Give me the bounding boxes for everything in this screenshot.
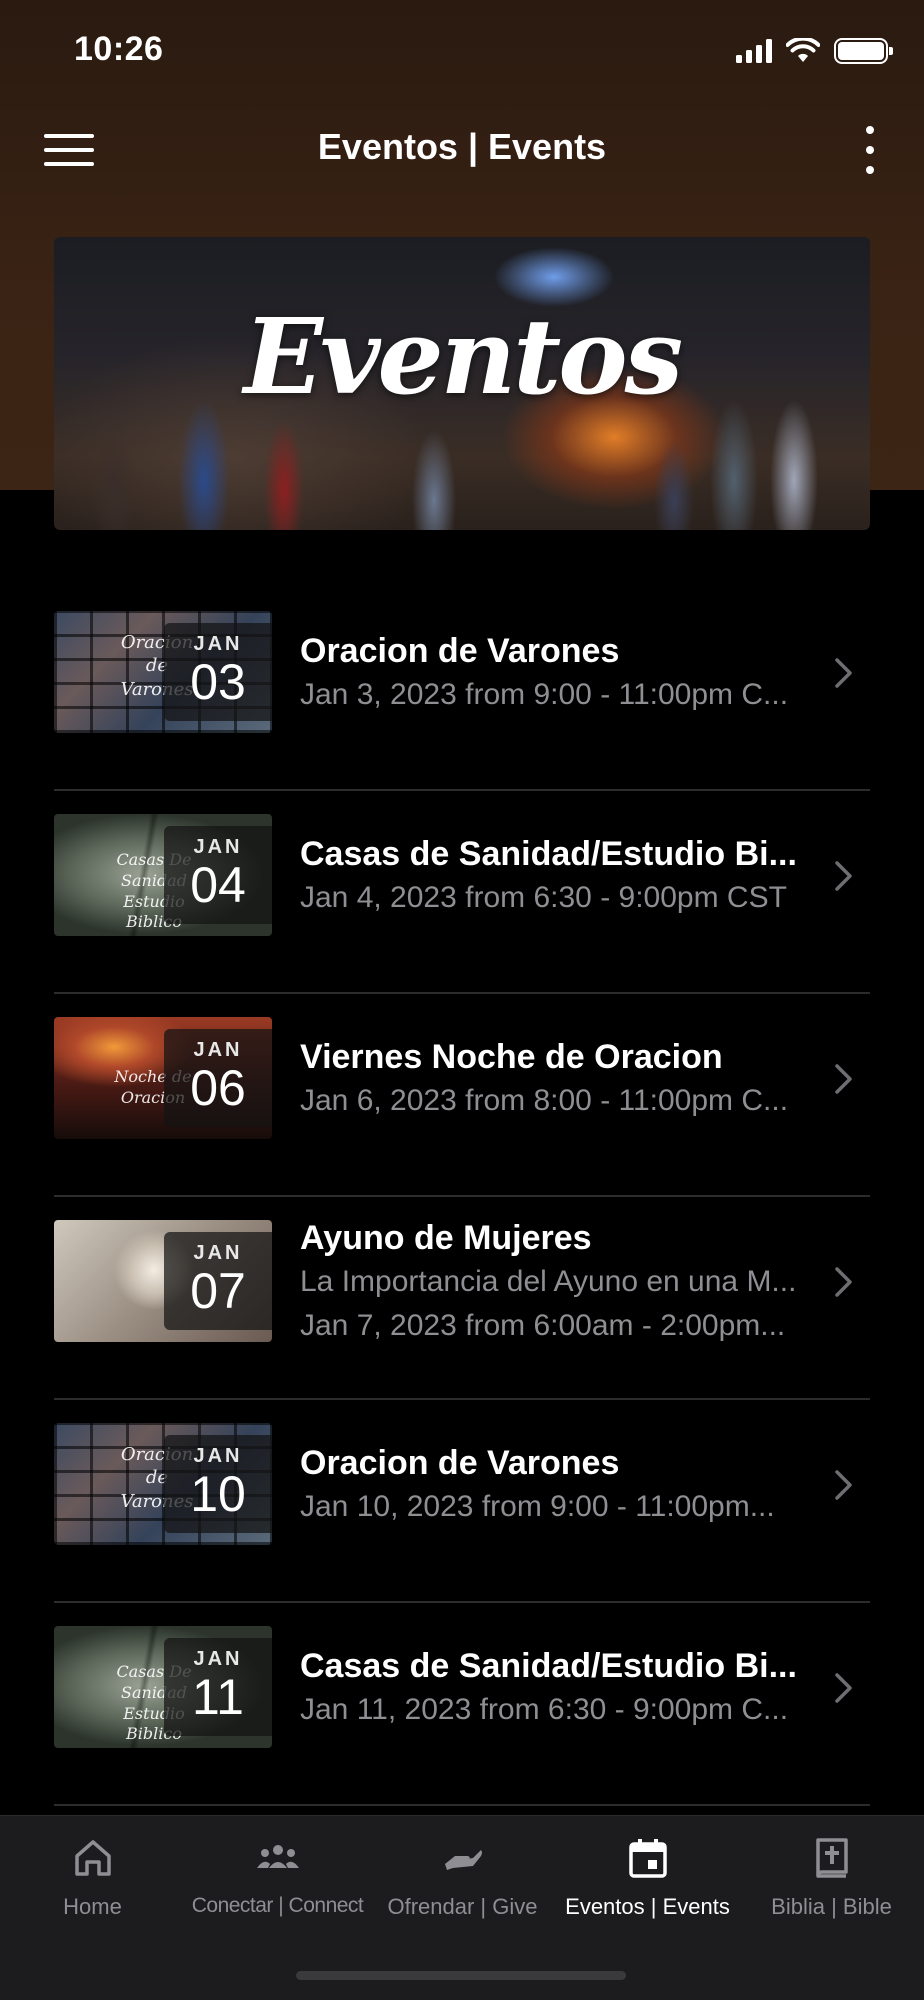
date-day: 11	[192, 1669, 244, 1725]
home-indicator[interactable]	[296, 1971, 626, 1980]
date-badge: JAN 07	[164, 1232, 272, 1330]
page-title: Eventos | Events	[317, 126, 607, 167]
event-details: Oracion de Varones Jan 10, 2023 from 9:0…	[300, 1400, 820, 1569]
banner-title: Eventos	[243, 295, 683, 418]
event-schedule: Jan 6, 2023 from 8:00 - 11:00pm C...	[300, 1083, 789, 1117]
event-thumbnail: Oracion de Varones JAN 10	[54, 1423, 272, 1545]
event-row[interactable]: Casas De Sanidad Estudio Biblico JAN 11 …	[54, 1603, 870, 1806]
tab-label: Ofrendar | Give	[387, 1894, 538, 1919]
event-schedule: Jan 7, 2023 from 6:00am - 2:00pm...	[300, 1308, 786, 1342]
date-month: JAN	[193, 1039, 243, 1061]
event-title: Viernes Noche de Oracion	[300, 1037, 723, 1076]
event-row[interactable]: Oracion de Varones JAN 03 Oracion de Var…	[54, 588, 870, 791]
event-schedule: Jan 3, 2023 from 9:00 - 11:00pm C...	[300, 677, 789, 711]
date-month: JAN	[193, 1242, 243, 1264]
tab-label: Eventos | Events	[565, 1894, 730, 1919]
event-title: Oracion de Varones	[300, 631, 620, 670]
tab-give[interactable]: Ofrendar | Give	[370, 1836, 555, 1920]
event-details: Casas de Sanidad/Estudio Bi... Jan 11, 2…	[300, 1603, 820, 1772]
event-schedule: Jan 10, 2023 from 9:00 - 11:00pm...	[300, 1489, 775, 1523]
date-badge: JAN 06	[164, 1029, 272, 1127]
date-badge: JAN 10	[164, 1435, 272, 1533]
tab-label: Home	[63, 1894, 122, 1919]
event-thumbnail: Casas De Sanidad Estudio Biblico JAN 11	[54, 1626, 272, 1748]
status-icons	[736, 36, 893, 66]
event-title: Ayuno de Mujeres	[300, 1218, 592, 1257]
event-schedule: Jan 4, 2023 from 6:30 - 9:00pm CST	[300, 880, 787, 914]
events-screen: 10:26 Eventos | Events Eventos Oracion d…	[0, 0, 924, 2000]
more-options-icon[interactable]	[858, 124, 882, 176]
event-subtitle: La Importancia del Ayuno en una M...	[300, 1264, 797, 1298]
date-day: 03	[190, 654, 246, 710]
calendar-icon	[626, 1836, 670, 1880]
status-time: 10:26	[74, 30, 164, 68]
date-day: 07	[190, 1263, 246, 1319]
date-day: 10	[190, 1466, 246, 1522]
event-title: Oracion de Varones	[300, 1443, 620, 1482]
tab-label: Conectar | Connect	[191, 1894, 364, 1917]
chevron-right-icon	[826, 1265, 860, 1299]
event-schedule: Jan 11, 2023 from 6:30 - 9:00pm C...	[300, 1692, 789, 1726]
date-day: 04	[190, 857, 246, 913]
date-month: JAN	[193, 633, 243, 655]
status-bar: 10:26	[0, 0, 924, 100]
event-details: Viernes Noche de Oracion Jan 6, 2023 fro…	[300, 994, 820, 1163]
chevron-right-icon	[826, 859, 860, 893]
chevron-right-icon	[826, 656, 860, 690]
event-title: Casas de Sanidad/Estudio Bi...	[300, 1646, 797, 1685]
chevron-right-icon	[826, 1468, 860, 1502]
event-thumbnail: JAN 07	[54, 1220, 272, 1342]
date-month: JAN	[193, 1648, 243, 1670]
event-row[interactable]: Noche de Oracion JAN 06 Viernes Noche de…	[54, 994, 870, 1197]
event-row[interactable]: JAN 07 Ayuno de Mujeres La Importancia d…	[54, 1197, 870, 1400]
event-thumbnail: Casas De Sanidad Estudio Biblico JAN 04	[54, 814, 272, 936]
event-thumbnail: Noche de Oracion JAN 06	[54, 1017, 272, 1139]
give-icon	[441, 1836, 485, 1880]
date-month: JAN	[193, 836, 243, 858]
tab-events[interactable]: Eventos | Events	[555, 1836, 740, 1920]
event-row[interactable]: Oracion de Varones JAN 10 Oracion de Var…	[54, 1400, 870, 1603]
date-month: JAN	[193, 1445, 243, 1467]
cellular-signal-icon	[736, 39, 772, 63]
chevron-right-icon	[826, 1062, 860, 1096]
events-list: Oracion de Varones JAN 03 Oracion de Var…	[54, 588, 870, 1806]
tab-label: Biblia | Bible	[771, 1894, 892, 1919]
date-badge: JAN 03	[164, 623, 272, 721]
people-icon	[256, 1836, 300, 1880]
home-icon	[71, 1836, 115, 1880]
tab-connect[interactable]: Conectar | Connect	[185, 1836, 370, 1918]
chevron-right-icon	[826, 1671, 860, 1705]
event-details: Casas de Sanidad/Estudio Bi... Jan 4, 20…	[300, 791, 820, 960]
battery-icon	[834, 38, 893, 64]
events-banner-image: Eventos	[54, 237, 870, 530]
wifi-icon	[786, 38, 820, 62]
tab-home[interactable]: Home	[0, 1836, 185, 1920]
event-title: Casas de Sanidad/Estudio Bi...	[300, 834, 797, 873]
date-day: 06	[190, 1060, 246, 1116]
bible-icon	[810, 1836, 854, 1880]
event-row[interactable]: Casas De Sanidad Estudio Biblico JAN 04 …	[54, 791, 870, 994]
tab-bible[interactable]: Biblia | Bible	[739, 1836, 924, 1920]
date-badge: JAN 11	[164, 1638, 272, 1736]
event-thumbnail: Oracion de Varones JAN 03	[54, 611, 272, 733]
event-details: Ayuno de Mujeres La Importancia del Ayun…	[300, 1197, 820, 1366]
navigation-bar: Eventos | Events	[0, 110, 924, 190]
event-details: Oracion de Varones Jan 3, 2023 from 9:00…	[300, 588, 820, 757]
date-badge: JAN 04	[164, 826, 272, 924]
